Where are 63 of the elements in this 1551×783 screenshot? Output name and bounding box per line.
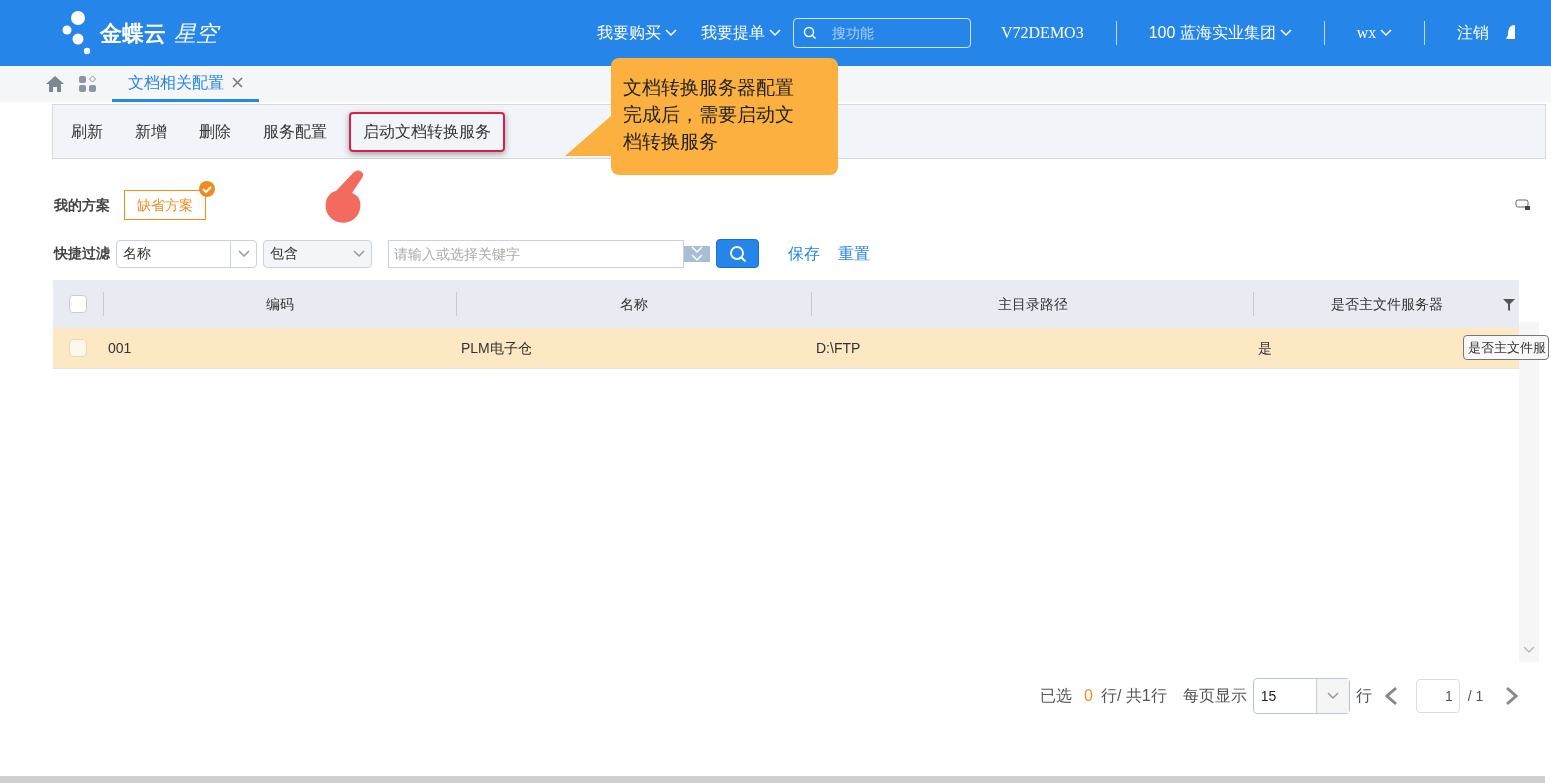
search-icon	[728, 244, 747, 263]
chevron-down-icon	[769, 29, 781, 37]
filter-icon[interactable]	[1503, 298, 1515, 311]
cell-tooltip: 是否主文件服	[1463, 335, 1549, 360]
total-pages-label: / 1	[1467, 686, 1484, 706]
top-menu[interactable]: 我要购买	[597, 21, 677, 45]
logo-text: 金蝶云	[100, 19, 166, 48]
toolbar-button[interactable]: 刷新	[57, 111, 117, 152]
scroll-down-icon	[1523, 646, 1535, 654]
filter-label: 快捷过滤	[54, 244, 110, 263]
chevron-down-icon	[1279, 29, 1292, 37]
chevron-down-icon	[1380, 29, 1393, 37]
logout-link[interactable]: 注销	[1457, 21, 1490, 45]
header-checkbox[interactable]	[69, 295, 87, 313]
column-header[interactable]: 名称	[620, 293, 648, 315]
table-cell: 001	[108, 339, 132, 356]
search-button[interactable]	[716, 239, 759, 268]
check-badge-icon	[199, 181, 215, 197]
user-menu[interactable]: wx	[1356, 21, 1393, 45]
row-checkbox[interactable]	[69, 339, 87, 357]
search-field[interactable]: 搜功能	[793, 18, 971, 48]
table-cell: PLM电子仓	[461, 339, 532, 356]
expand-icon[interactable]	[684, 245, 710, 262]
toolbar-button[interactable]: 删除	[185, 111, 245, 152]
chat-icon[interactable]	[1515, 199, 1531, 211]
org-menu[interactable]: 100 蓝海实业集团	[1148, 21, 1292, 45]
selected-count: 0	[1084, 686, 1093, 706]
per-page-select[interactable]: 15	[1252, 678, 1350, 714]
next-page-icon[interactable]	[1505, 686, 1520, 706]
chevron-down-icon	[691, 245, 703, 254]
account-label: V72DEMO3	[1001, 23, 1084, 43]
scheme-label: 我的方案	[54, 195, 110, 215]
rows-label: 行	[1355, 686, 1372, 706]
chevron-down-icon	[237, 249, 250, 258]
per-page-label: 每页显示	[1182, 686, 1247, 706]
toolbar-button[interactable]: 服务配置	[249, 111, 341, 152]
table-cell: D:\FTP	[816, 339, 861, 356]
selected-label: 已选	[1040, 686, 1072, 706]
home-icon[interactable]	[45, 75, 65, 93]
reset-link[interactable]: 重置	[838, 241, 870, 266]
search-icon	[803, 26, 817, 40]
callout-pointer-icon	[565, 116, 611, 156]
top-menu[interactable]: 我要提单	[701, 21, 781, 45]
field-select[interactable]: 名称	[116, 239, 257, 268]
save-link[interactable]: 保存	[788, 241, 820, 266]
chevron-down-icon	[691, 253, 703, 262]
chevron-down-icon	[353, 249, 365, 258]
toolbar-button[interactable]: 新增	[121, 111, 181, 152]
logo-icon	[62, 11, 92, 55]
toolbar-button[interactable]: 启动文档转换服务	[349, 111, 505, 152]
chevron-down-icon	[665, 29, 677, 37]
total-label: 行/ 共1行	[1100, 686, 1167, 706]
column-header[interactable]: 编码	[266, 293, 294, 315]
chevron-down-icon	[1326, 692, 1339, 700]
keyword-field[interactable]: 请输入或选择关键字	[388, 239, 684, 268]
table-cell: 是	[1258, 339, 1272, 356]
page-field[interactable]: 1	[1415, 679, 1460, 713]
close-icon[interactable]	[232, 77, 243, 88]
column-header[interactable]: 是否主文件服务器	[1330, 293, 1443, 315]
operator-select[interactable]: 包含	[263, 239, 372, 268]
previous-page-icon[interactable]	[1383, 686, 1398, 706]
apps-icon[interactable]	[79, 75, 97, 93]
column-header[interactable]: 主目录路径	[997, 293, 1068, 315]
